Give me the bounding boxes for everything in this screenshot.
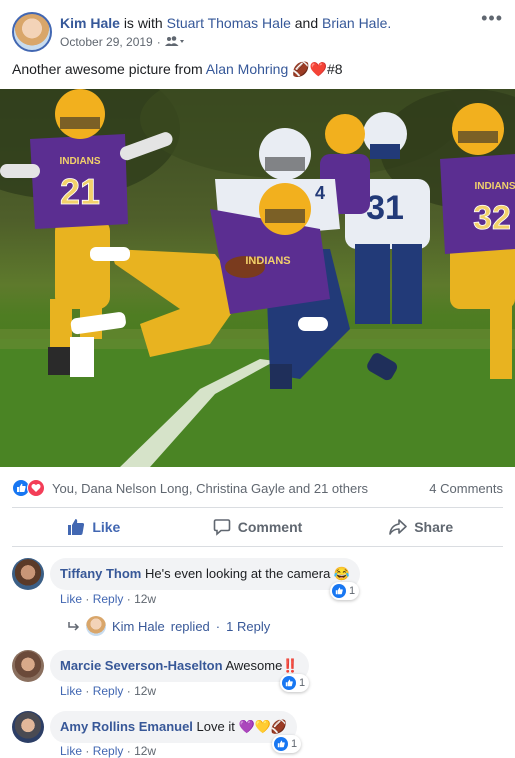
like-reaction-icon bbox=[282, 676, 296, 690]
svg-text:4: 4 bbox=[315, 183, 325, 203]
post-header: Kim Hale is with Stuart Thomas Hale and … bbox=[12, 9, 503, 54]
commenter-name[interactable]: Marcie Severson-Haselton bbox=[60, 658, 223, 673]
reply-arrow-icon bbox=[68, 622, 80, 631]
like-reaction-icon bbox=[332, 584, 346, 598]
comment-text: Awesome‼️ bbox=[225, 658, 299, 673]
svg-text:21: 21 bbox=[60, 171, 100, 212]
reaction-icons[interactable] bbox=[12, 479, 45, 497]
post-text-after: 🏈❤️#8 bbox=[292, 61, 343, 77]
replier-avatar bbox=[86, 616, 106, 636]
post-date[interactable]: October 29, 2019 bbox=[60, 35, 153, 49]
author-avatar[interactable] bbox=[12, 12, 52, 52]
and-text: and bbox=[294, 15, 319, 31]
thumbs-up-icon bbox=[68, 519, 85, 535]
comment-like-link[interactable]: Like bbox=[60, 744, 82, 758]
commenter-avatar[interactable] bbox=[12, 558, 44, 590]
svg-text:INDIANS: INDIANS bbox=[474, 181, 515, 192]
comment-reply-link[interactable]: Reply bbox=[93, 744, 124, 758]
comment-reaction-badge[interactable]: 1 bbox=[280, 674, 310, 692]
reply-count: 1 Reply bbox=[226, 618, 271, 634]
love-reaction-icon bbox=[27, 479, 45, 497]
separator: · bbox=[126, 744, 131, 758]
separator: · bbox=[85, 684, 90, 698]
comment-text: Love it 💜💛🏈 bbox=[196, 719, 288, 734]
comment-time[interactable]: 12w bbox=[134, 592, 156, 606]
football-scene: INDIANS 21 31 INDIANS 32 4 INDIANS bbox=[0, 89, 515, 467]
svg-text:31: 31 bbox=[366, 189, 404, 227]
like-reaction-icon bbox=[274, 737, 288, 751]
svg-text:INDIANS: INDIANS bbox=[59, 156, 100, 167]
author-name[interactable]: Kim Hale bbox=[60, 15, 120, 31]
comment-text: He's even looking at the camera 😂 bbox=[145, 566, 351, 581]
commenter-name[interactable]: Amy Rollins Emanuel bbox=[60, 719, 193, 734]
separator: · bbox=[85, 744, 90, 758]
comment-item: Marcie Severson-Haselton Awesome‼️ 1 Lik… bbox=[12, 650, 503, 700]
comment-reaction-count: 1 bbox=[299, 677, 306, 689]
post-actions: Like Comment Share bbox=[12, 507, 503, 547]
friends-audience-icon[interactable] bbox=[164, 35, 185, 49]
share-label: Share bbox=[414, 519, 454, 535]
comment-bubble: Amy Rollins Emanuel Love it 💜💛🏈 bbox=[50, 711, 298, 743]
comment-reaction-count: 1 bbox=[291, 738, 298, 750]
tagged-person-1[interactable]: Stuart Thomas Hale bbox=[167, 15, 291, 31]
like-label: Like bbox=[92, 519, 121, 535]
date-separator: · bbox=[156, 35, 161, 49]
replies-summary[interactable]: Kim Hale replied · 1 Reply bbox=[68, 616, 270, 636]
comment-bubble: Tiffany Thom He's even looking at the ca… bbox=[50, 558, 361, 590]
comment-item: Amy Rollins Emanuel Love it 💜💛🏈 1 Like ·… bbox=[12, 711, 503, 758]
more-options-button[interactable]: ••• bbox=[481, 9, 503, 27]
post-text-before: Another awesome picture from bbox=[12, 61, 203, 77]
comment-reply-link[interactable]: Reply bbox=[93, 684, 124, 698]
comment-button[interactable]: Comment bbox=[176, 508, 340, 546]
svg-text:INDIANS: INDIANS bbox=[245, 255, 290, 267]
comment-item: Tiffany Thom He's even looking at the ca… bbox=[12, 558, 503, 608]
reactions-summary[interactable]: You, Dana Nelson Long, Christina Gayle a… bbox=[52, 481, 368, 496]
comment-actions: Like · Reply · 12w bbox=[60, 684, 156, 698]
separator: · bbox=[85, 592, 90, 606]
photographer-link[interactable]: Alan Mohring bbox=[206, 61, 289, 77]
replier-name: Kim Hale bbox=[112, 618, 165, 634]
comments-count[interactable]: 4 Comments bbox=[429, 481, 503, 496]
post-meta: October 29, 2019 · bbox=[60, 35, 185, 49]
post-text: Another awesome picture from Alan Mohrin… bbox=[12, 61, 343, 78]
commenter-avatar[interactable] bbox=[12, 650, 44, 682]
commenter-avatar[interactable] bbox=[12, 711, 44, 743]
comment-time[interactable]: 12w bbox=[134, 744, 156, 758]
separator: · bbox=[215, 618, 221, 634]
comment-reply-link[interactable]: Reply bbox=[93, 592, 124, 606]
comment-reaction-count: 1 bbox=[349, 585, 356, 597]
svg-text:32: 32 bbox=[473, 199, 511, 237]
comment-reaction-badge[interactable]: 1 bbox=[330, 582, 360, 600]
separator: · bbox=[126, 592, 131, 606]
comment-time[interactable]: 12w bbox=[134, 684, 156, 698]
comment-like-link[interactable]: Like bbox=[60, 684, 82, 698]
share-icon bbox=[389, 519, 408, 535]
comment-like-link[interactable]: Like bbox=[60, 592, 82, 606]
comment-label: Comment bbox=[237, 519, 303, 535]
share-button[interactable]: Share bbox=[339, 508, 503, 546]
comment-actions: Like · Reply · 12w bbox=[60, 744, 156, 758]
post-photo[interactable]: INDIANS 21 31 INDIANS 32 4 INDIANS bbox=[0, 89, 515, 467]
post-author-line: Kim Hale is with Stuart Thomas Hale and … bbox=[60, 15, 391, 31]
comment-icon bbox=[213, 519, 231, 536]
like-button[interactable]: Like bbox=[12, 508, 176, 546]
reactions-row: You, Dana Nelson Long, Christina Gayle a… bbox=[12, 478, 503, 498]
tagged-person-2[interactable]: Brian Hale. bbox=[322, 15, 391, 31]
replied-text: replied bbox=[170, 618, 210, 634]
comment-reaction-badge[interactable]: 1 bbox=[272, 735, 302, 753]
commenter-name[interactable]: Tiffany Thom bbox=[60, 566, 141, 581]
comment-actions: Like · Reply · 12w bbox=[60, 592, 156, 606]
comment-bubble: Marcie Severson-Haselton Awesome‼️ bbox=[50, 650, 309, 682]
with-text: is with bbox=[123, 15, 163, 31]
separator: · bbox=[126, 684, 131, 698]
